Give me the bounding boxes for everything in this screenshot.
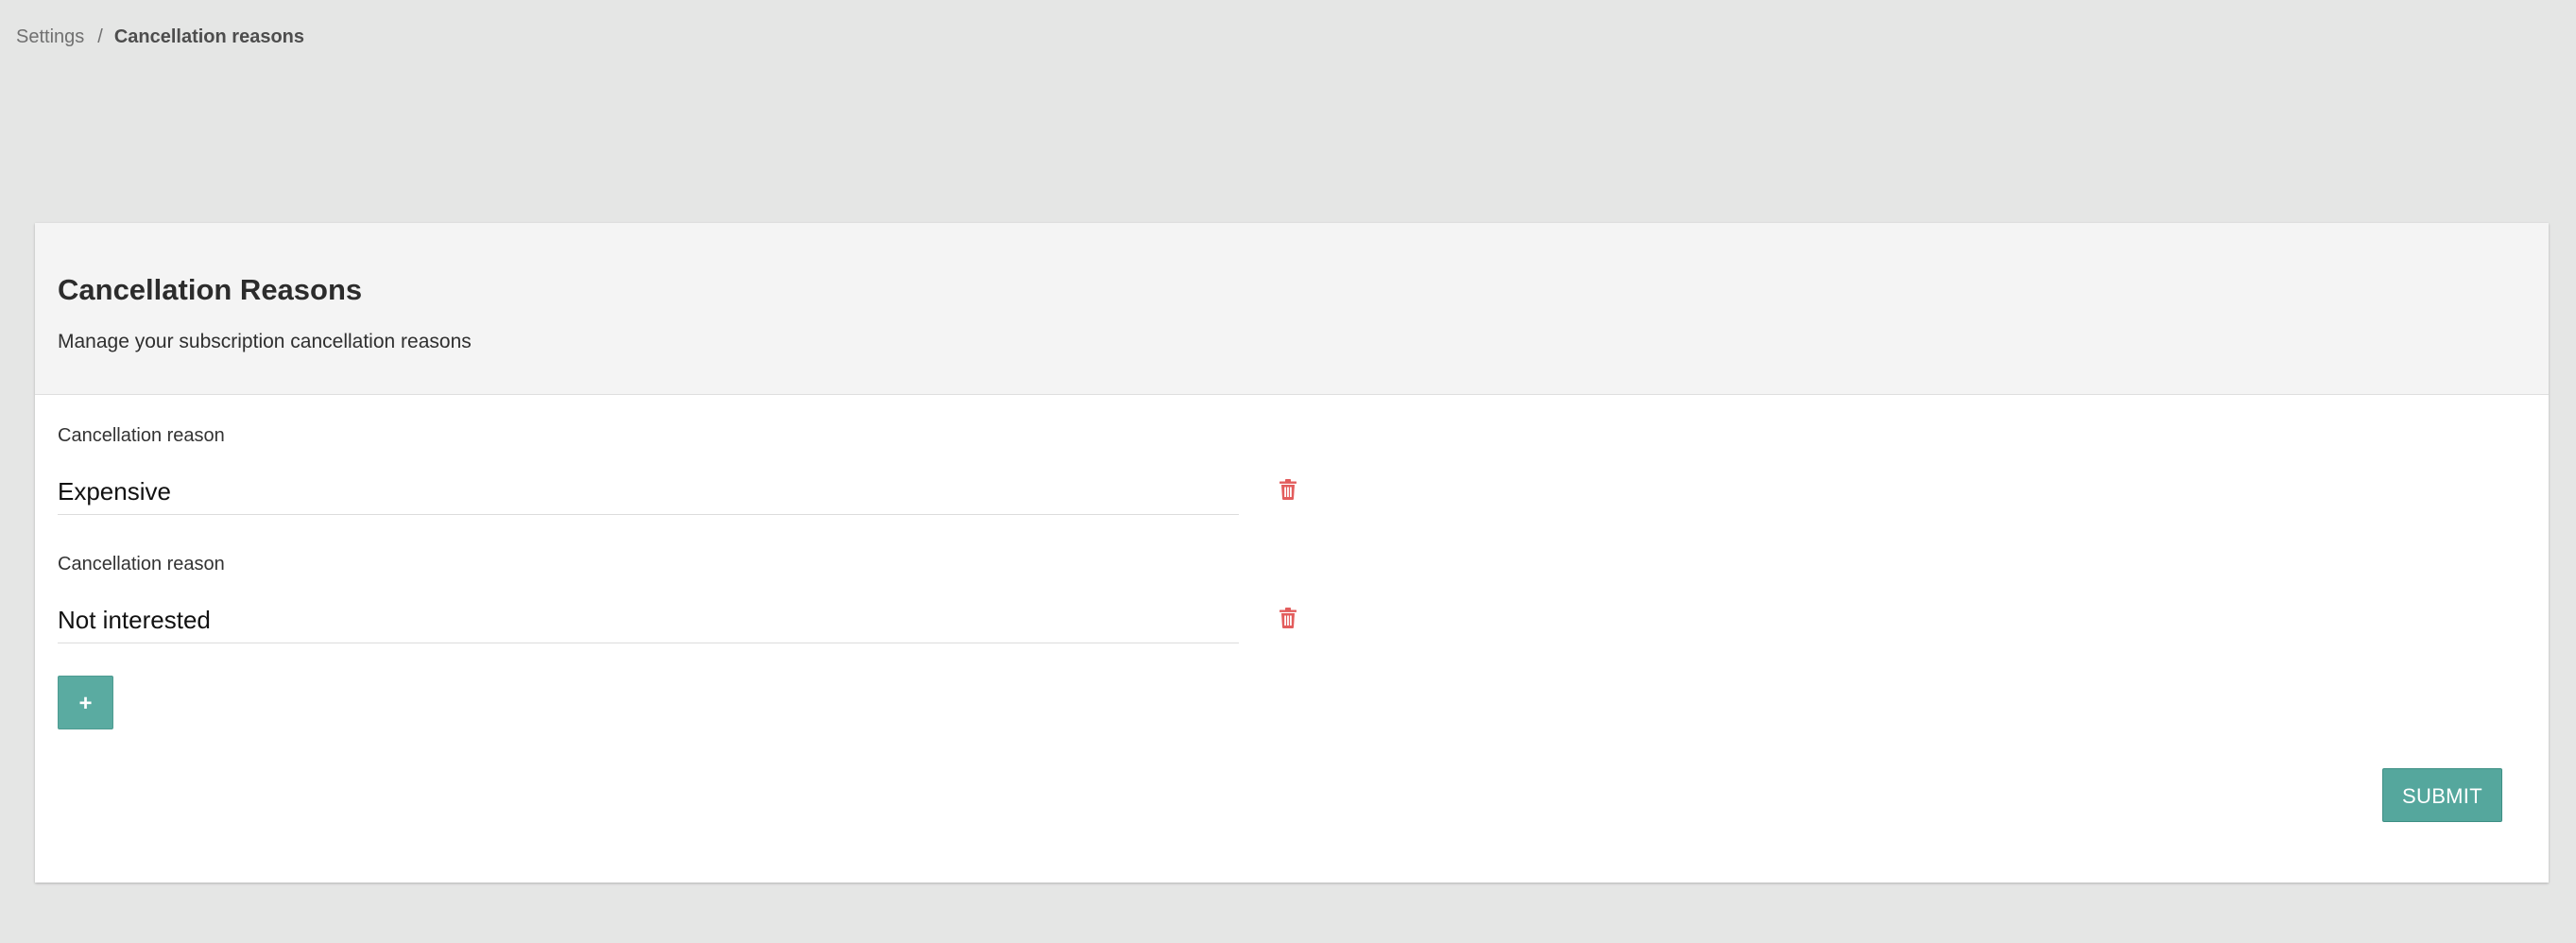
trash-icon [1279, 479, 1297, 500]
breadcrumb-separator: / [97, 26, 103, 47]
submit-button[interactable]: SUBMIT [2382, 768, 2502, 822]
trash-icon [1279, 608, 1297, 628]
page-title: Cancellation Reasons [58, 273, 363, 306]
cancellation-reasons-card: Cancellation Reasons Manage your subscri… [35, 223, 2549, 883]
add-reason-button[interactable]: + [58, 676, 113, 729]
reason-input-1[interactable] [58, 470, 1239, 515]
card-header: Cancellation Reasons Manage your subscri… [35, 223, 2549, 395]
page-subtitle: Manage your subscription cancellation re… [58, 331, 472, 352]
reason-label: Cancellation reason [58, 554, 225, 574]
reason-label: Cancellation reason [58, 425, 225, 446]
breadcrumb-settings-link[interactable]: Settings [16, 26, 84, 48]
delete-reason-1-button[interactable] [1277, 477, 1299, 502]
breadcrumb: Settings / Cancellation reasons [16, 26, 304, 48]
delete-reason-2-button[interactable] [1277, 606, 1299, 630]
reason-input-2[interactable] [58, 598, 1239, 643]
breadcrumb-current-page: Cancellation reasons [113, 26, 305, 47]
